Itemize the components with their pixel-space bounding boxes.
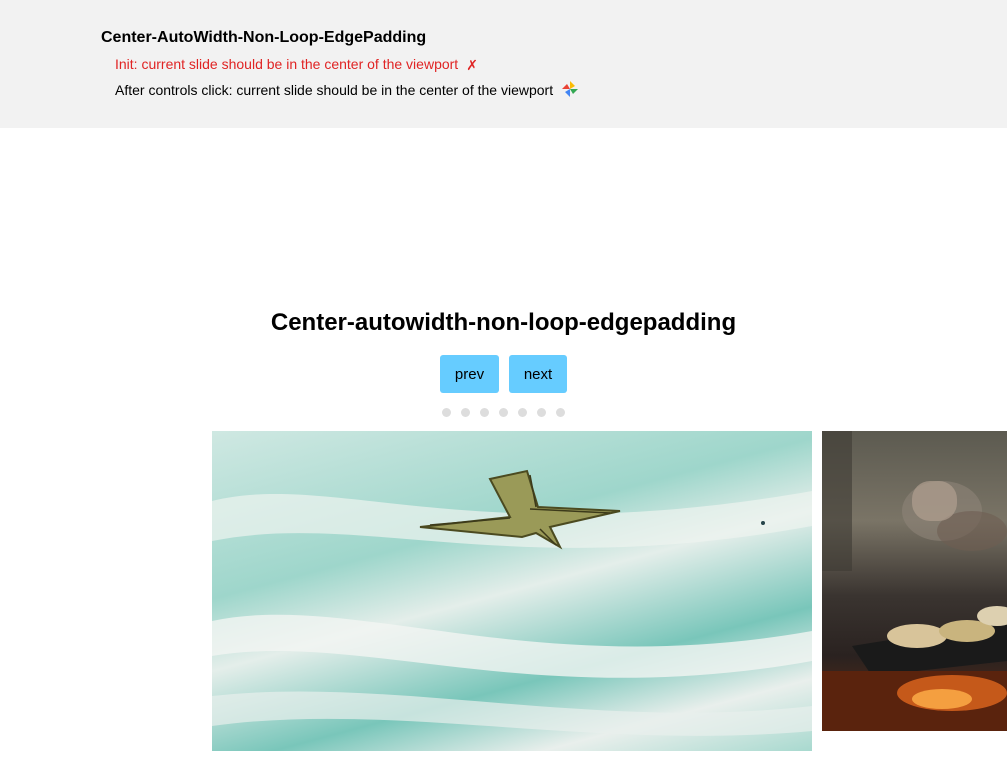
next-button[interactable]: next [509,355,567,393]
init-test-text: Init: current slide should be in the cen… [115,56,459,72]
init-test-result: Init: current slide should be in the cen… [115,56,478,73]
after-click-test-result: After controls click: current slide shou… [115,81,579,102]
test-results-panel: Center-AutoWidth-Non-Loop-EdgePadding In… [0,0,1007,128]
after-click-test-text: After controls click: current slide shou… [115,82,554,99]
nav-dot-1[interactable] [442,408,451,417]
slide-campfire-image [822,431,1007,731]
nav-dot-7[interactable] [556,408,565,417]
cross-icon: ✗ [466,57,478,74]
prev-button[interactable]: prev [440,355,499,393]
campfire-illustration [822,431,1007,731]
nav-dot-4[interactable] [499,408,508,417]
starfish-illustration [212,469,812,736]
test-title: Center-AutoWidth-Non-Loop-EdgePadding [101,29,427,46]
nav-dot-2[interactable] [461,408,470,417]
nav-dot-6[interactable] [537,408,546,417]
slide-starfish-image [212,431,812,751]
nav-dot-3[interactable] [480,408,489,417]
demo-title: Center-autowidth-non-loop-edgepadding [270,309,737,336]
nav-dot-5[interactable] [518,408,527,417]
pinwheel-icon [561,81,579,102]
